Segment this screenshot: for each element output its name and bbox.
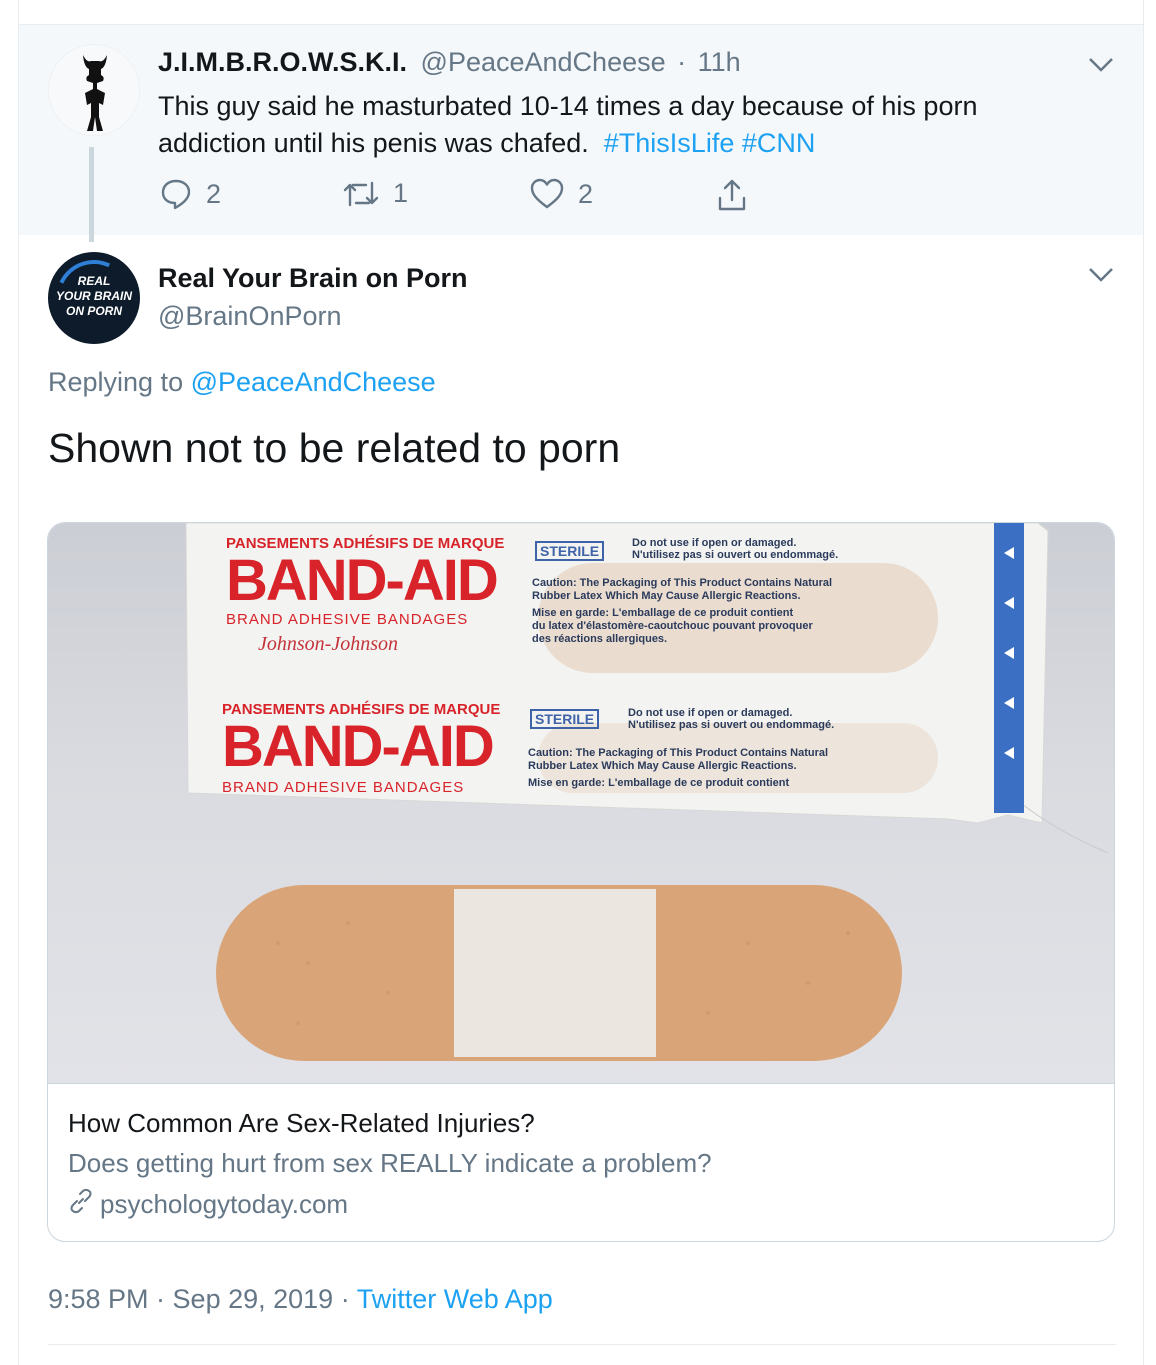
card-divider <box>48 1083 1114 1084</box>
card-image[interactable]: PANSEMENTS ADHÉSIFS DE MARQUE BAND-AID B… <box>48 523 1114 1083</box>
avatar-logo-text: REAL YOUR BRAIN ON PORN <box>48 274 140 319</box>
main-author-name[interactable]: Real Your Brain on Porn <box>158 263 468 294</box>
label-caution-line: Caution: The Packaging of This Product C… <box>528 747 829 759</box>
label-warn-en: Do not use if open or damaged. <box>632 537 797 549</box>
avatar-logo-line: YOUR BRAIN <box>55 289 132 303</box>
link-icon <box>68 1188 94 1221</box>
card-domain-text: psychologytoday.com <box>100 1189 349 1219</box>
label-warn-fr: N'utilisez pas si ouvert ou endommagé. <box>632 549 839 561</box>
reply-icon <box>160 178 192 210</box>
header-separator: · <box>677 47 687 77</box>
chevron-down-icon[interactable] <box>1088 56 1114 74</box>
label-caution-line: Rubber Latex Which May Cause Allergic Re… <box>528 760 797 772</box>
tweet-date[interactable]: 9:58 PM · Sep 29, 2019 · <box>48 1284 350 1314</box>
label-brand-sub: BRAND ADHESIVE BANDAGES <box>226 611 469 628</box>
label-caution-line: Rubber Latex Which May Cause Allergic Re… <box>532 590 801 602</box>
main-avatar[interactable]: REAL YOUR BRAIN ON PORN <box>48 252 140 344</box>
reply-count: 2 <box>206 178 222 209</box>
hashtag-link[interactable]: #ThisIsLife <box>604 128 735 158</box>
parent-tweet-text: This guy said he masturbated 10-14 times… <box>158 88 1058 162</box>
parent-tweet-body: This guy said he masturbated 10-14 times… <box>158 91 978 158</box>
card-description: Does getting hurt from sex REALLY indica… <box>68 1148 712 1178</box>
retweet-icon <box>343 179 379 209</box>
label-mise-line: des réactions allergiques. <box>532 633 668 645</box>
label-mise-line: du latex d'élastomère-caoutchouc pouvant… <box>532 620 813 632</box>
label-mise-line: Mise en garde: L'emballage de ce produit… <box>528 777 790 789</box>
retweet-count: 1 <box>393 178 409 208</box>
label-warning: Do not use if open or damaged. N'utilise… <box>632 537 838 561</box>
label-brand: BAND-AID <box>226 548 499 613</box>
parent-author-name[interactable]: J.I.M.B.R.O.W.S.K.I. <box>158 47 407 77</box>
link-card[interactable]: PANSEMENTS ADHÉSIFS DE MARQUE BAND-AID B… <box>47 522 1115 1242</box>
parent-avatar[interactable] <box>48 44 140 136</box>
label-caution-line: Caution: The Packaging of This Product C… <box>532 577 833 589</box>
avatar-logo-line: REAL <box>77 274 111 288</box>
thread-connector <box>89 147 94 242</box>
main-author-handle[interactable]: @BrainOnPorn <box>158 301 342 332</box>
label-maker: Johnson-Johnson <box>258 633 398 655</box>
label-warn-fr: N'utilisez pas si ouvert ou endommagé. <box>628 719 835 731</box>
label-brand-sub: BRAND ADHESIVE BANDAGES <box>222 779 465 796</box>
retweet-button[interactable]: 1 <box>343 178 408 209</box>
label-sterile: STERILE <box>530 709 600 729</box>
tweet-timestamp: 9:58 PM · Sep 29, 2019 · Twitter Web App <box>48 1284 553 1315</box>
heart-icon <box>530 178 564 210</box>
share-button[interactable] <box>716 178 748 212</box>
divider <box>48 1344 1116 1345</box>
parent-tweet-time[interactable]: 11h <box>698 47 741 77</box>
label-warning: Do not use if open or damaged. N'utilise… <box>628 707 834 731</box>
share-icon <box>716 178 748 212</box>
parent-tweet-header: J.I.M.B.R.O.W.S.K.I. @PeaceAndCheese · 1… <box>158 47 741 78</box>
label-caution: Caution: The Packaging of This Product C… <box>532 577 832 646</box>
reply-button[interactable]: 2 <box>160 178 221 210</box>
replying-to-link[interactable]: @PeaceAndCheese <box>191 367 436 397</box>
label-brand: BAND-AID <box>222 714 495 779</box>
tweet-source[interactable]: Twitter Web App <box>357 1284 553 1314</box>
card-title[interactable]: How Common Are Sex-Related Injuries? <box>68 1108 535 1139</box>
like-button[interactable]: 2 <box>530 178 593 210</box>
like-count: 2 <box>578 178 594 209</box>
label-mise-line: Mise en garde: L'emballage de ce produit… <box>532 607 794 619</box>
avatar-logo-line: ON PORN <box>65 304 122 318</box>
hashtag-link[interactable]: #CNN <box>742 128 816 158</box>
replying-to: Replying to @PeaceAndCheese <box>48 367 436 398</box>
parent-author-handle[interactable]: @PeaceAndCheese <box>421 47 666 77</box>
replying-prefix: Replying to <box>48 367 184 397</box>
label-caution: Caution: The Packaging of This Product C… <box>528 747 828 790</box>
label-warn-en: Do not use if open or damaged. <box>628 707 793 719</box>
card-domain[interactable]: psychologytoday.com <box>68 1188 348 1221</box>
chevron-down-icon[interactable] <box>1088 266 1114 284</box>
main-tweet-text: Shown not to be related to porn <box>48 425 621 471</box>
label-sterile: STERILE <box>535 541 605 561</box>
